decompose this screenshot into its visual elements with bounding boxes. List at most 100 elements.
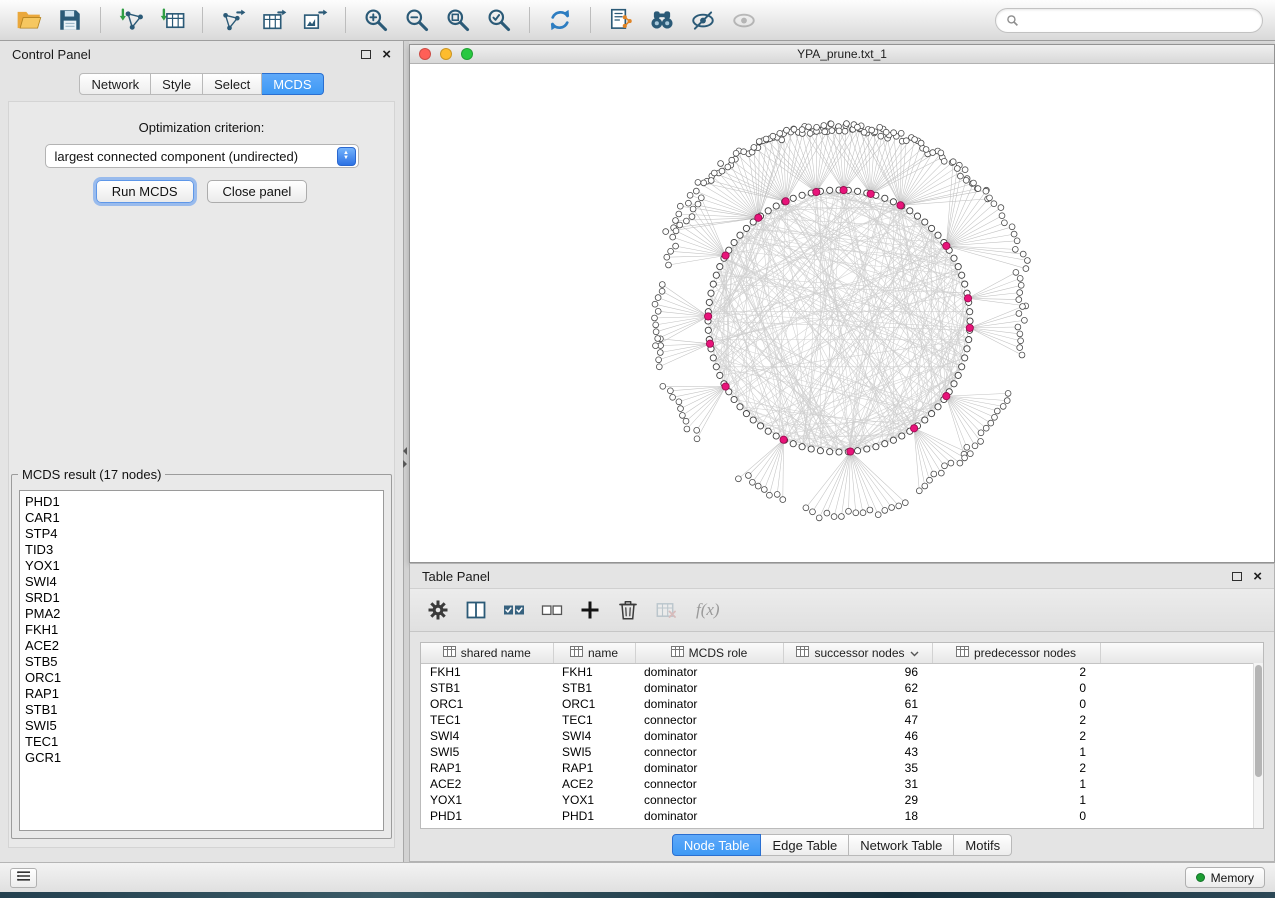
splitter-collapse-right-icon[interactable] [403, 460, 407, 468]
column-header-shared-name[interactable]: shared name [421, 643, 553, 663]
network-titlebar[interactable]: YPA_prune.txt_1 [410, 45, 1274, 64]
tab-style[interactable]: Style [151, 73, 203, 95]
mcds-result-item[interactable]: GCR1 [25, 750, 378, 766]
zoom-fit-button[interactable] [441, 4, 475, 36]
table-row[interactable]: STB1STB1dominator620 [421, 680, 1263, 696]
tab-edge-table[interactable]: Edge Table [761, 834, 849, 856]
column-header-name[interactable]: name [553, 643, 635, 663]
scrollbar-thumb[interactable] [1255, 665, 1262, 777]
delete-table-button[interactable] [652, 596, 680, 624]
mcds-result-item[interactable]: ACE2 [25, 638, 378, 654]
export-network-button[interactable] [216, 4, 250, 36]
mcds-result-item[interactable]: SWI5 [25, 718, 378, 734]
mcds-result-item[interactable]: FKH1 [25, 622, 378, 638]
table-row[interactable]: SWI4SWI4dominator462 [421, 728, 1263, 744]
hide-selected-button[interactable] [686, 4, 720, 36]
column-header-filler [1100, 643, 1263, 663]
import-table-button[interactable] [155, 4, 189, 36]
function-builder-button[interactable]: f(x) [696, 600, 720, 620]
mcds-result-item[interactable]: STB1 [25, 702, 378, 718]
show-all-button[interactable] [727, 4, 761, 36]
clone-network-button[interactable] [604, 4, 638, 36]
tab-network[interactable]: Network [79, 73, 151, 95]
table-row[interactable]: YOX1YOX1connector291 [421, 792, 1263, 808]
find-button[interactable] [645, 4, 679, 36]
save-session-button[interactable] [53, 4, 87, 36]
mcds-result-item[interactable]: STB5 [25, 654, 378, 670]
cell-mcds-role: connector [635, 776, 783, 792]
mcds-result-item[interactable]: SWI4 [25, 574, 378, 590]
control-panel-close-icon[interactable]: × [382, 47, 391, 62]
column-header-successor-nodes[interactable]: successor nodes [783, 643, 932, 663]
panel-menu-button[interactable] [10, 868, 37, 888]
splitter-collapse-left-icon[interactable] [403, 447, 407, 455]
table-panel-float-icon[interactable] [1232, 572, 1242, 581]
mcds-result-item[interactable]: CAR1 [25, 510, 378, 526]
optimization-criterion-label: Optimization criterion: [9, 120, 394, 135]
table-row[interactable]: ACE2ACE2connector311 [421, 776, 1263, 792]
search-box[interactable] [995, 8, 1263, 33]
tab-node-table[interactable]: Node Table [672, 834, 762, 856]
tab-mcds[interactable]: MCDS [262, 73, 323, 95]
search-input[interactable] [1025, 13, 1252, 28]
search-icon [1006, 14, 1019, 27]
zoom-in-icon [363, 7, 389, 33]
mcds-result-item[interactable]: RAP1 [25, 686, 378, 702]
table-row[interactable]: ORC1ORC1dominator610 [421, 696, 1263, 712]
close-panel-button[interactable]: Close panel [207, 180, 308, 203]
toolbar-separator [345, 7, 346, 33]
run-mcds-button[interactable]: Run MCDS [96, 180, 194, 203]
table-settings-button[interactable] [424, 596, 452, 624]
control-panel-tabs: NetworkStyleSelectMCDS [0, 67, 403, 103]
table-panel-close-icon[interactable]: × [1253, 569, 1262, 584]
mcds-result-item[interactable]: TEC1 [25, 734, 378, 750]
unselect-all-columns-button[interactable] [538, 596, 566, 624]
mcds-result-item[interactable]: SRD1 [25, 590, 378, 606]
cell-filler [1100, 792, 1263, 808]
zoom-in-button[interactable] [359, 4, 393, 36]
cell-predecessor-nodes: 0 [932, 680, 1100, 696]
control-panel-float-icon[interactable] [361, 50, 371, 59]
mcds-result-item[interactable]: STP4 [25, 526, 378, 542]
delete-row-button[interactable] [614, 596, 642, 624]
open-session-button[interactable] [12, 4, 46, 36]
mcds-result-item[interactable]: ORC1 [25, 670, 378, 686]
criterion-dropdown[interactable]: largest connected component (undirected)… [45, 144, 359, 168]
table-row[interactable]: TEC1TEC1connector472 [421, 712, 1263, 728]
export-image-button[interactable] [298, 4, 332, 36]
mcds-result-item[interactable]: PMA2 [25, 606, 378, 622]
zoom-out-button[interactable] [400, 4, 434, 36]
table-tabs: Node TableEdge TableNetwork TableMotifs [410, 834, 1274, 856]
tab-select[interactable]: Select [203, 73, 262, 95]
network-canvas[interactable] [410, 64, 1274, 562]
tab-motifs[interactable]: Motifs [954, 834, 1012, 856]
show-columns-button[interactable] [462, 596, 490, 624]
table-row[interactable]: FKH1FKH1dominator962 [421, 663, 1263, 680]
refresh-layout-button[interactable] [543, 4, 577, 36]
table-settings-icon [426, 598, 450, 622]
export-table-button[interactable] [257, 4, 291, 36]
import-network-button[interactable] [114, 4, 148, 36]
mcds-result-item[interactable]: PHD1 [25, 494, 378, 510]
add-row-button[interactable] [576, 596, 604, 624]
memory-button[interactable]: Memory [1185, 867, 1265, 888]
cell-filler [1100, 760, 1263, 776]
table-row[interactable]: PHD1PHD1dominator180 [421, 808, 1263, 824]
table-row[interactable]: RAP1RAP1dominator352 [421, 760, 1263, 776]
column-header-predecessor-nodes[interactable]: predecessor nodes [932, 643, 1100, 663]
table-row[interactable]: SWI5SWI5connector431 [421, 744, 1263, 760]
toolbar-separator [529, 7, 530, 33]
cell-successor-nodes: 47 [783, 712, 932, 728]
column-header-mcds-role[interactable]: MCDS role [635, 643, 783, 663]
select-all-columns-button[interactable] [500, 596, 528, 624]
cell-name: RAP1 [553, 760, 635, 776]
mcds-result-item[interactable]: YOX1 [25, 558, 378, 574]
zoom-selected-button[interactable] [482, 4, 516, 36]
mcds-result-group: MCDS result (17 nodes) PHD1CAR1STP4TID3Y… [11, 467, 392, 839]
mcds-result-item[interactable]: TID3 [25, 542, 378, 558]
control-panel-header: Control Panel × [0, 41, 403, 67]
cell-filler [1100, 663, 1263, 680]
mcds-result-list[interactable]: PHD1CAR1STP4TID3YOX1SWI4SRD1PMA2FKH1ACE2… [19, 490, 384, 831]
table-scrollbar[interactable] [1253, 663, 1263, 828]
tab-network-table[interactable]: Network Table [849, 834, 954, 856]
